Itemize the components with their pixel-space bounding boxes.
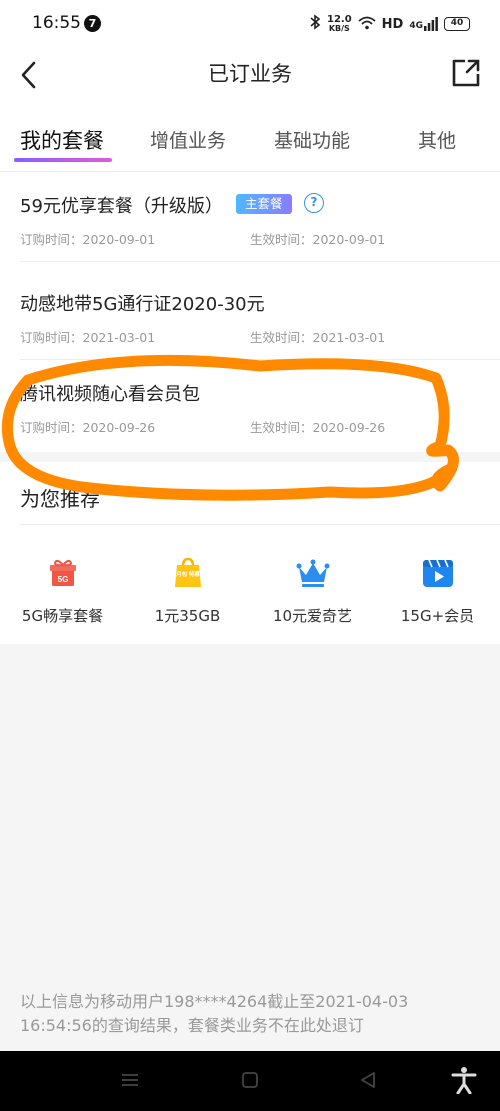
- help-icon[interactable]: ?: [304, 193, 324, 213]
- bag-icon-text: 月包 特惠: [175, 570, 200, 578]
- tab-value-added[interactable]: 增值业务: [150, 126, 226, 153]
- recommend-item-label: 1元35GB: [154, 607, 221, 625]
- shopping-bag-icon: 月包 特惠: [170, 555, 206, 591]
- crown-icon: [295, 555, 331, 591]
- battery-icon: 40: [444, 17, 470, 31]
- back-triangle-icon[interactable]: [358, 1070, 378, 1094]
- recommend-item-5g-plan[interactable]: 5G 5G畅享套餐: [0, 555, 125, 635]
- package-name: 59元优享套餐（升级版）: [20, 196, 223, 217]
- wifi-icon: [358, 15, 376, 34]
- divider: [20, 261, 500, 262]
- accessibility-icon[interactable]: [451, 1066, 477, 1098]
- tab-other[interactable]: 其他: [418, 126, 456, 153]
- effect-time: 生效时间：2020-09-26: [250, 420, 386, 435]
- recommend-item-label: 10元爱奇艺: [272, 607, 353, 625]
- status-time: 16:55: [32, 13, 81, 33]
- recommend-item-data-pack[interactable]: 月包 特惠 1元35GB: [125, 555, 250, 635]
- page-title: 已订业务: [208, 62, 292, 86]
- tab-bar: 我的套餐 增值业务 基础功能 其他: [0, 104, 500, 172]
- gift-icon-text: 5G: [57, 575, 68, 584]
- package-item[interactable]: 动感地带5G通行证2020-30元 订购时间：2021-03-01 生效时间：2…: [0, 270, 500, 360]
- notification-badge: 7: [84, 15, 101, 32]
- net-speed: 12.0 KB/S: [326, 14, 352, 34]
- bluetooth-icon: [309, 14, 321, 34]
- package-item[interactable]: 59元优享套餐（升级版） 主套餐 ? 订购时间：2020-09-01 生效时间：…: [0, 172, 500, 262]
- effect-time: 生效时间：2021-03-01: [250, 330, 386, 345]
- divider: [20, 524, 500, 525]
- package-name: 腾讯视频随心看会员包: [20, 384, 200, 405]
- tab-my-plan[interactable]: 我的套餐: [20, 125, 104, 155]
- recommend-item-label: 5G畅享套餐: [21, 607, 104, 625]
- tab-basic-functions[interactable]: 基础功能: [274, 126, 350, 153]
- recommend-title: 为您推荐: [20, 487, 100, 511]
- share-out-icon[interactable]: [450, 57, 482, 89]
- order-time: 订购时间：2020-09-01: [20, 232, 156, 247]
- order-time: 订购时间：2020-09-26: [20, 420, 156, 435]
- menu-icon[interactable]: [120, 1070, 140, 1094]
- package-list: 59元优享套餐（升级版） 主套餐 ? 订购时间：2020-09-01 生效时间：…: [0, 172, 500, 452]
- video-play-icon: [420, 555, 456, 591]
- query-info-text: 以上信息为移动用户198****4264截止至2021-04-03 16:54:…: [20, 992, 409, 1035]
- status-icons: 12.0 KB/S HD 4G 40: [309, 12, 470, 36]
- active-tab-indicator: [14, 158, 112, 162]
- status-bar: 16:55 7 12.0 KB/S HD 4G 40: [0, 0, 500, 48]
- recommend-item-label: 15G+会员: [400, 607, 475, 625]
- recommend-item-iqiyi[interactable]: 10元爱奇艺: [250, 555, 375, 635]
- package-item[interactable]: 腾讯视频随心看会员包 订购时间：2020-09-26 生效时间：2020-09-…: [0, 360, 500, 450]
- home-icon[interactable]: [240, 1070, 260, 1094]
- net-speed-value: 12.0: [326, 14, 352, 25]
- net-speed-unit: KB/S: [328, 24, 350, 33]
- system-nav-bar: [0, 1051, 500, 1111]
- package-name: 动感地带5G通行证2020-30元: [20, 294, 265, 315]
- hd-label: HD: [381, 16, 404, 32]
- effect-time: 生效时间：2020-09-01: [250, 232, 386, 247]
- app-header: 已订业务: [0, 48, 500, 104]
- recommend-item-member[interactable]: 15G+会员: [375, 555, 500, 635]
- order-time: 订购时间：2021-03-01: [20, 330, 156, 345]
- signal-icon: 4G: [409, 17, 438, 31]
- main-plan-badge: 主套餐: [236, 194, 292, 214]
- network-type: 4G: [409, 21, 423, 31]
- gift-5g-icon: 5G: [45, 555, 81, 591]
